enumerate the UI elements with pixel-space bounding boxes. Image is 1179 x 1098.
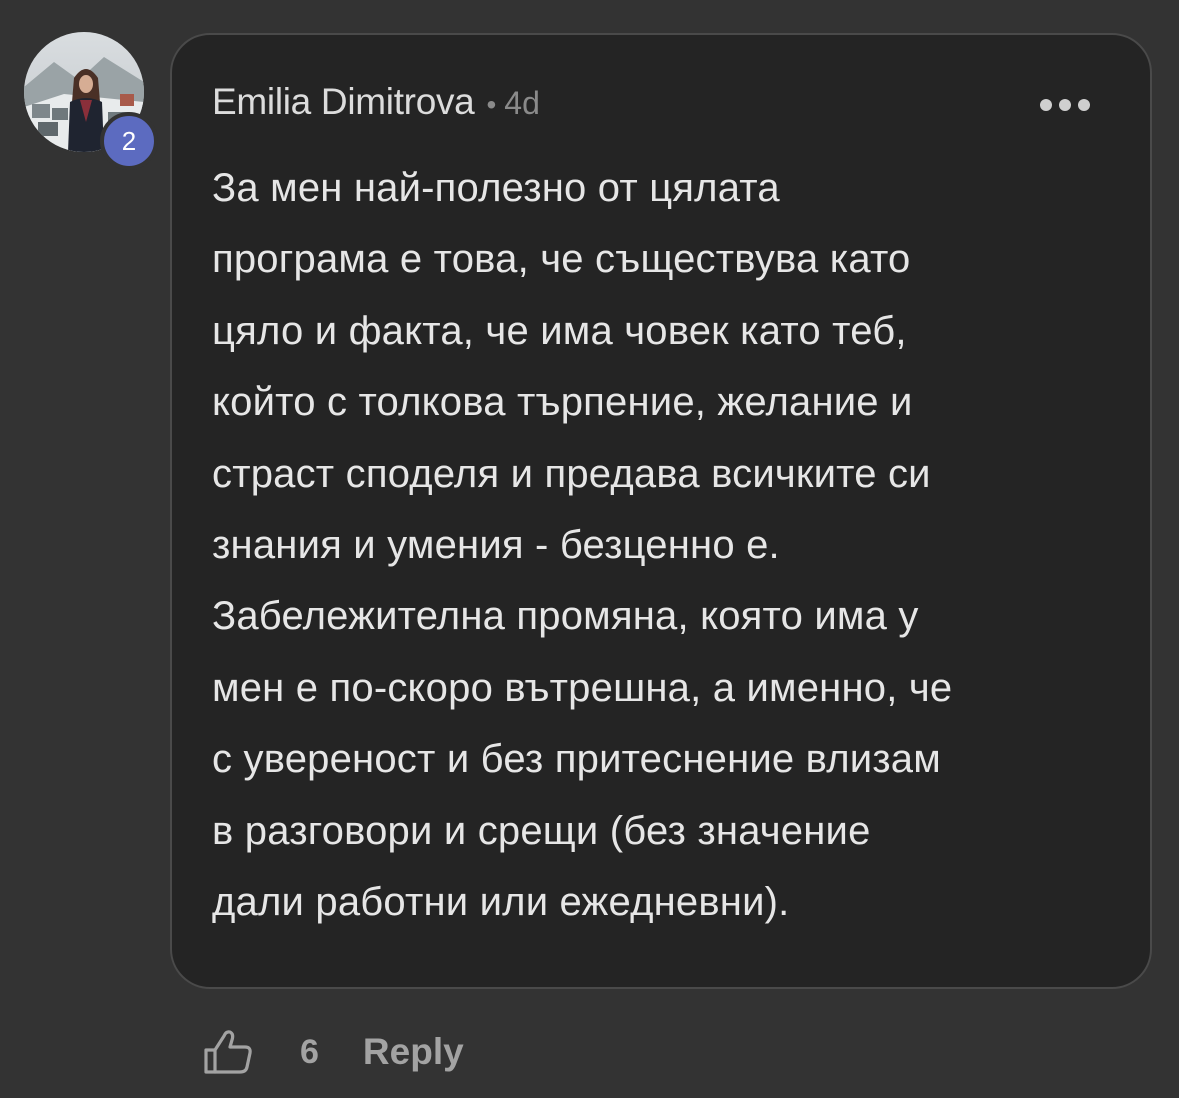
reply-button[interactable]: Reply: [363, 1031, 464, 1073]
separator-dot: •: [486, 89, 497, 120]
comment-card: Emilia Dimitrova • 4d За мен най-полезно…: [170, 33, 1152, 989]
thumbs-up-icon[interactable]: [202, 1026, 254, 1078]
comment-actions: 6 Reply: [202, 1024, 464, 1080]
author-name[interactable]: Emilia Dimitrova: [212, 81, 475, 123]
comment-thread-item: 2 Emilia Dimitrova • 4d За мен най-полез…: [0, 0, 1179, 1098]
like-count: 6: [300, 1032, 319, 1071]
more-options-icon[interactable]: [1040, 93, 1090, 117]
level-badge: 2: [100, 112, 158, 170]
dot: [1078, 99, 1090, 111]
dot: [1040, 99, 1052, 111]
comment-body: За мен най-полезно от цялата програма е …: [212, 166, 953, 925]
comment-header: Emilia Dimitrova • 4d: [212, 81, 540, 123]
dot: [1059, 99, 1071, 111]
timestamp[interactable]: 4d: [504, 85, 540, 122]
